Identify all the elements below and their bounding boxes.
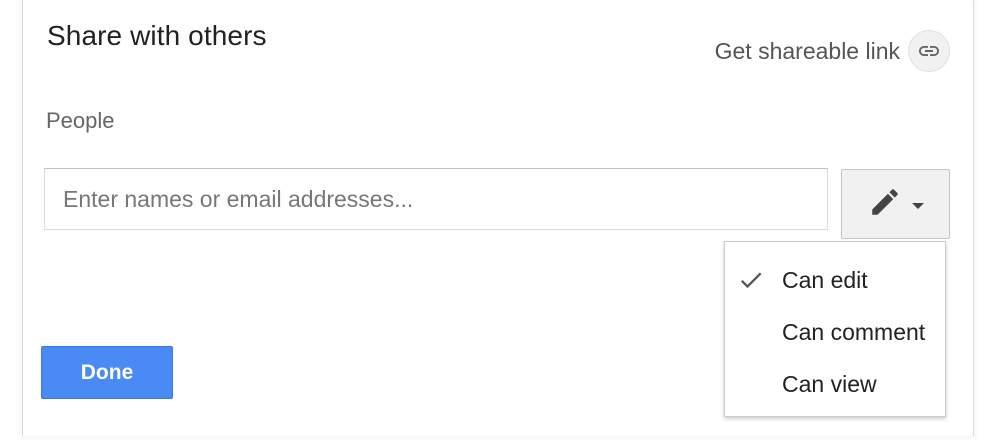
people-label: People: [46, 108, 115, 133]
menu-item-can-edit[interactable]: Can edit: [725, 254, 945, 306]
dialog-title: Share with others: [47, 20, 267, 51]
menu-item-label: Can edit: [782, 266, 868, 293]
permission-menu: Can edit Can comment Can view: [724, 241, 946, 417]
permission-dropdown-button[interactable]: [841, 169, 950, 239]
people-input[interactable]: [44, 168, 828, 230]
check-icon: [737, 266, 765, 300]
menu-item-can-view[interactable]: Can view: [725, 358, 945, 410]
menu-item-can-comment[interactable]: Can comment: [725, 306, 945, 358]
link-icon[interactable]: [908, 30, 950, 72]
caret-down-icon: [911, 203, 924, 209]
shareable-link-label: Get shareable link: [714, 37, 900, 64]
menu-item-label: Can view: [782, 370, 877, 397]
pencil-icon: [868, 185, 902, 224]
get-shareable-link[interactable]: Get shareable link: [715, 30, 950, 72]
done-button[interactable]: Done: [41, 346, 173, 399]
menu-item-label: Can comment: [782, 318, 926, 345]
